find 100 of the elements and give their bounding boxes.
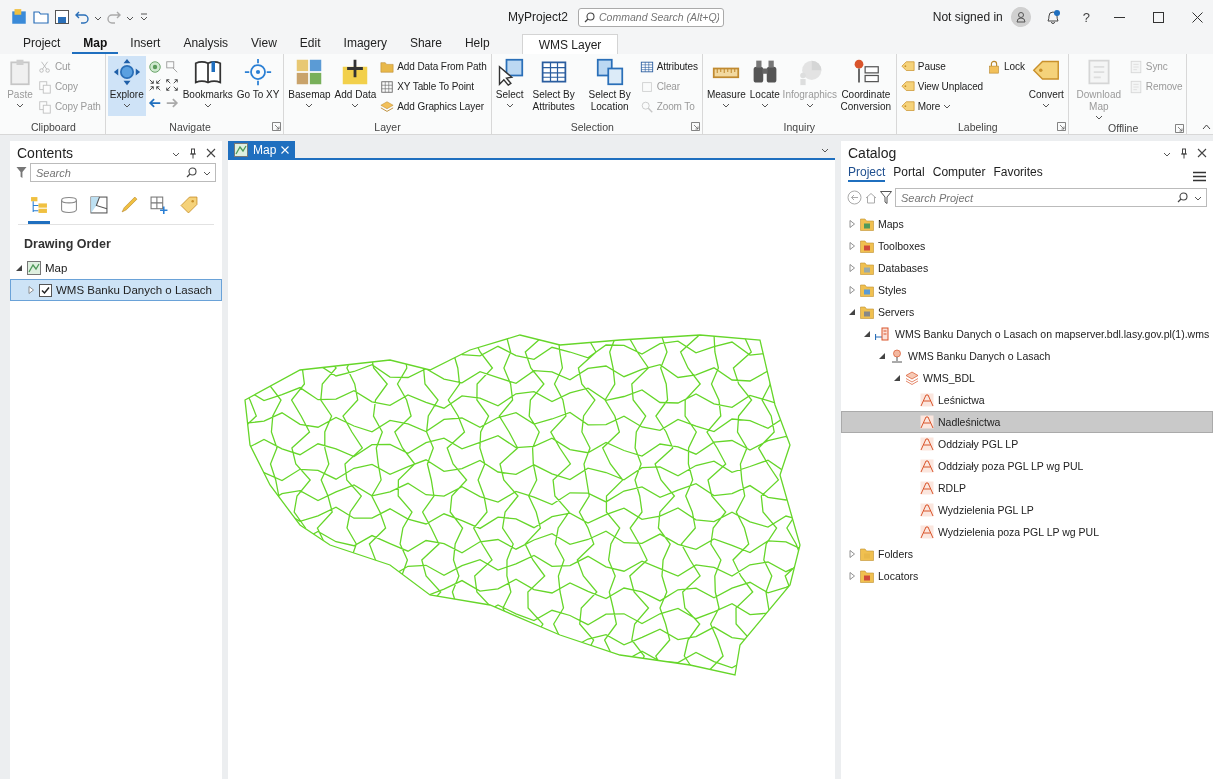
tool-button[interactable]: View Unplaced: [898, 77, 986, 96]
polyline-icon: [920, 525, 934, 539]
collapsed-arrow-icon[interactable]: [848, 264, 856, 272]
pin-icon[interactable]: [1180, 147, 1188, 159]
expanded-arrow-icon[interactable]: [893, 374, 901, 382]
dialog-launcher-icon[interactable]: [1175, 123, 1185, 133]
ribbon-tab[interactable]: Share: [398, 36, 453, 54]
pin-icon[interactable]: [189, 147, 197, 159]
tool-button[interactable]: Add Data: [332, 56, 379, 116]
dialog-launcher-icon[interactable]: [1056, 122, 1066, 131]
tree-item[interactable]: Locators: [841, 565, 1213, 587]
expanded-arrow-icon[interactable]: [848, 308, 856, 316]
filter-icon[interactable]: [16, 166, 27, 179]
undo-icon[interactable]: [75, 10, 89, 24]
collapse-arrows-icon[interactable]: [147, 78, 162, 92]
tree-item[interactable]: Databases: [841, 257, 1213, 279]
tree-item[interactable]: Oddziały PGL LP: [841, 433, 1213, 455]
tool-button[interactable]: More: [898, 97, 986, 116]
tool-button[interactable]: Select By Attributes: [525, 56, 582, 116]
tool-button[interactable]: Select By Location: [581, 56, 638, 116]
collapsed-arrow-icon[interactable]: [848, 550, 856, 558]
tree-item[interactable]: Wydzielenia PGL LP: [841, 499, 1213, 521]
save-icon[interactable]: [54, 9, 70, 25]
dialog-launcher-icon[interactable]: [272, 122, 282, 131]
collapsed-arrow-icon[interactable]: [848, 220, 856, 228]
tool-button[interactable]: Add Data From Path: [378, 57, 489, 76]
collapsed-arrow-icon[interactable]: [848, 286, 856, 294]
tree-item[interactable]: WMS Banku Danych o Lasach: [841, 345, 1213, 367]
avatar-icon[interactable]: [1010, 7, 1031, 27]
notification-bell-icon[interactable]: [1044, 9, 1061, 25]
tool-button[interactable]: Attributes: [637, 57, 700, 76]
tree-item[interactable]: Oddziały poza PGL LP wg PUL: [841, 455, 1213, 477]
search-field[interactable]: Search: [30, 163, 216, 182]
ribbon-tab[interactable]: Project: [12, 36, 72, 54]
menu-icon[interactable]: [1193, 171, 1206, 182]
tool-button[interactable]: Go To XY: [234, 56, 282, 116]
tree-item[interactable]: Styles: [841, 279, 1213, 301]
customize-icon[interactable]: [139, 12, 149, 22]
tree-item[interactable]: Nadleśnictwa: [841, 411, 1213, 433]
catalog-tab[interactable]: Portal: [893, 165, 925, 182]
expand-arrows-icon[interactable]: [164, 78, 179, 92]
tree-item[interactable]: Folders: [841, 543, 1213, 565]
tool-button[interactable]: Convert: [1026, 56, 1066, 116]
ribbon-tab[interactable]: Insert: [119, 36, 172, 54]
polyline-icon: [920, 437, 934, 451]
map-tab[interactable]: Map: [228, 141, 296, 158]
caret-icon: [351, 103, 360, 108]
ribbon-tab[interactable]: Edit: [288, 36, 332, 54]
maximize-icon[interactable]: [1153, 11, 1164, 23]
tree-item[interactable]: Maps: [841, 213, 1213, 235]
ribbon-tab[interactable]: Analysis: [172, 36, 240, 54]
collapsed-arrow-icon[interactable]: [848, 572, 856, 580]
tool-button[interactable]: Coordinate Conversion: [837, 56, 894, 116]
tool-button[interactable]: Basemap: [286, 56, 333, 116]
folder-icon[interactable]: [33, 9, 49, 25]
close-icon[interactable]: [1192, 11, 1203, 23]
catalog-tab[interactable]: Project: [848, 165, 886, 182]
tool-button[interactable]: Explore: [107, 56, 146, 116]
close-icon[interactable]: [206, 148, 216, 158]
checkbox[interactable]: [39, 283, 52, 297]
ribbon-tab[interactable]: View: [240, 36, 288, 54]
tree-item[interactable]: Toolboxes: [841, 235, 1213, 257]
ribbon-tab[interactable]: Imagery: [332, 36, 398, 54]
tree-item[interactable]: RDLP: [841, 477, 1213, 499]
contextual-tab[interactable]: WMS Layer: [521, 34, 619, 54]
command-search-field[interactable]: Command Search (Alt+Q): [578, 7, 725, 27]
tool-button[interactable]: Measure: [704, 56, 748, 116]
tool-button[interactable]: Pause: [898, 57, 986, 76]
collapsed-arrow-icon[interactable]: [27, 286, 35, 294]
close-icon[interactable]: [1197, 148, 1207, 158]
tool-button[interactable]: XY Table To Point: [378, 77, 489, 96]
expanded-arrow-icon[interactable]: [15, 264, 23, 272]
back-arrow-icon[interactable]: [147, 96, 162, 110]
tool-button[interactable]: Bookmarks: [180, 56, 235, 116]
collapsed-arrow-icon[interactable]: [848, 242, 856, 250]
tool-button[interactable]: Locate: [747, 56, 782, 116]
catalog-tab[interactable]: Favorites: [993, 165, 1043, 182]
expanded-arrow-icon[interactable]: [878, 352, 886, 360]
help-button[interactable]: ?: [1082, 9, 1090, 25]
polyline-icon: [920, 415, 934, 429]
tree-item[interactable]: WMS Banku Danych o Lasach on mapserver.bdl.lasy.gov.pl(1).wms: [841, 323, 1213, 345]
square-icon: [639, 79, 654, 94]
collapse-ribbon-icon[interactable]: [1202, 124, 1211, 130]
tree-item[interactable]: WMS Banku Danych o Lasach: [10, 279, 222, 301]
tree-item[interactable]: Wydzielenia poza PGL LP wg PUL: [841, 521, 1213, 543]
tree-item[interactable]: Servers: [841, 301, 1213, 323]
dialog-launcher-icon[interactable]: [690, 122, 700, 131]
tree-item[interactable]: WMS_BDL: [841, 367, 1213, 389]
tree-item[interactable]: Map: [10, 257, 222, 279]
tool-button[interactable]: Add Graphics Layer: [378, 97, 489, 116]
expanded-arrow-icon[interactable]: [863, 330, 871, 338]
ribbon-tab[interactable]: Help: [453, 36, 501, 54]
catalog-tab[interactable]: Computer: [932, 165, 986, 182]
folder-icon: [860, 569, 874, 583]
tool-button[interactable]: Select: [493, 56, 526, 116]
filter-icon[interactable]: [880, 191, 892, 204]
tool-button[interactable]: Lock: [985, 57, 1027, 76]
view-tab[interactable]: [28, 194, 50, 224]
search-field[interactable]: Search Project: [895, 188, 1207, 207]
tree-item[interactable]: Leśnictwa: [841, 389, 1213, 411]
